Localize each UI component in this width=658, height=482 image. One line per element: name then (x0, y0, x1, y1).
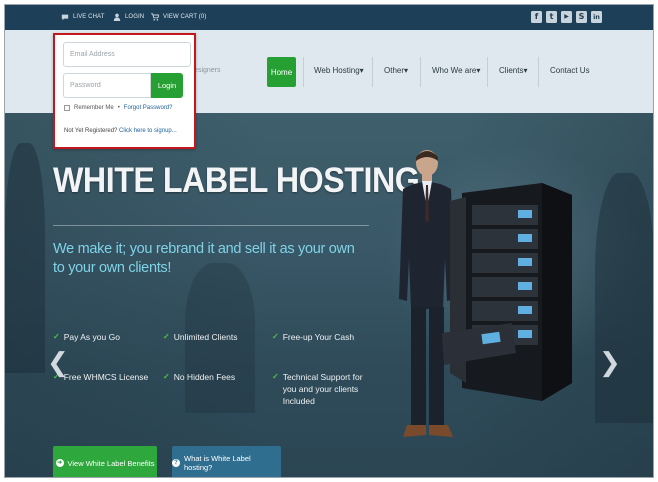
user-icon (113, 13, 121, 21)
nav-other-label: Other (384, 66, 405, 75)
arrow-circle-icon: ➜ (55, 459, 64, 467)
slider-next-arrow[interactable]: ❯ (599, 348, 621, 378)
check-icon: ✓ (272, 372, 279, 381)
browser-viewport: LIVE CHAT LOGIN VIEW CART (0) f t ▶ S in… (4, 4, 654, 478)
forgot-password-link[interactable]: Forgot Password? (124, 105, 173, 111)
not-registered-label: Not Yet Registered? (64, 128, 118, 134)
nav-divider (538, 57, 539, 87)
login-dropdown: Email Address Password Login Remember Me… (53, 33, 196, 149)
chevron-down-icon: ▾ (476, 66, 481, 75)
nav-web-hosting-label: Web Hosting (314, 66, 360, 75)
chat-icon (61, 14, 69, 21)
question-circle-icon: ? (172, 459, 180, 467)
server-rack-image (442, 183, 572, 401)
what-is-white-label-label: What is White Label hosting? (183, 454, 251, 472)
view-cart-link[interactable]: VIEW CART (0) (151, 13, 206, 21)
nav-clients[interactable]: Clients▾ (499, 66, 527, 75)
facebook-icon[interactable]: f (531, 11, 542, 23)
login-button[interactable]: Login (151, 73, 183, 98)
nav-other[interactable]: Other▾ (384, 66, 408, 75)
hero-divider (53, 225, 369, 226)
check-icon: ✓ (163, 372, 170, 381)
chevron-down-icon: ▾ (404, 66, 409, 75)
feature-label: Unlimited Clients (173, 332, 238, 342)
check-icon: ✓ (163, 332, 170, 341)
remember-row: Remember Me • Forgot Password? (64, 105, 173, 111)
signup-link[interactable]: Click here to signup... (119, 128, 177, 134)
feature-label: Free WHMCS License (63, 372, 149, 382)
nav-divider (487, 57, 488, 87)
login-label: LOGIN (125, 14, 145, 20)
what-is-white-label-button[interactable]: ? What is White Label hosting? (172, 446, 281, 477)
hero-slider: WHITE LABEL HOSTING We make it; you rebr… (5, 113, 653, 477)
separator: • (117, 105, 120, 111)
nav-contact-us[interactable]: Contact Us (550, 66, 590, 75)
view-benefits-label: View White Label Benefits (67, 458, 155, 468)
view-benefits-button[interactable]: ➜ View White Label Benefits (53, 446, 157, 477)
check-icon: ✓ (53, 332, 60, 341)
signup-row: Not Yet Registered? Click here to signup… (64, 128, 177, 134)
feature-label: Technical Support for you and your clien… (282, 372, 363, 406)
nav-divider (303, 57, 304, 87)
nav-home[interactable]: Home (267, 57, 296, 87)
feature-label: Free-up Your Cash (282, 332, 355, 342)
feature-technical-support: ✓ Technical Support for you and your clie… (272, 371, 367, 407)
feature-pay-as-you-go: ✓ Pay As you Go (53, 331, 120, 343)
cart-icon (151, 13, 159, 21)
nav-who-we-are-label: Who We are (432, 66, 477, 75)
chevron-down-icon: ▾ (359, 66, 364, 75)
check-icon: ✓ (272, 332, 279, 341)
youtube-icon[interactable]: ▶ (561, 11, 572, 23)
skype-icon[interactable]: S (576, 11, 587, 23)
login-link[interactable]: LOGIN (113, 13, 144, 21)
feature-unlimited-clients: ✓ Unlimited Clients (163, 331, 237, 343)
nav-web-hosting[interactable]: Web Hosting▾ (314, 66, 364, 75)
hero-title: WHITE LABEL HOSTING (53, 161, 420, 200)
view-cart-label: VIEW CART (0) (163, 14, 207, 20)
remember-me-label: Remember Me (74, 105, 114, 111)
twitter-icon[interactable]: t (546, 11, 557, 23)
hero-subtitle: We make it; you rebrand it and sell it a… (53, 241, 355, 276)
email-field[interactable]: Email Address (63, 42, 191, 67)
remember-me-checkbox[interactable] (64, 105, 70, 111)
slider-prev-arrow[interactable]: ❮ (47, 348, 69, 378)
password-field[interactable]: Password (63, 73, 151, 98)
chevron-down-icon: ▾ (523, 66, 528, 75)
linkedin-icon[interactable]: in (591, 11, 602, 23)
feature-no-hidden-fees: ✓ No Hidden Fees (163, 371, 235, 383)
live-chat-link[interactable]: LIVE CHAT (61, 13, 104, 21)
feature-label: Pay As you Go (63, 332, 120, 342)
nav-who-we-are[interactable]: Who We are▾ (432, 66, 480, 75)
live-chat-label: LIVE CHAT (73, 14, 105, 20)
feature-free-up-cash: ✓ Free-up Your Cash (272, 331, 354, 343)
nav-divider (420, 57, 421, 87)
feature-label: No Hidden Fees (173, 372, 236, 382)
nav-clients-label: Clients (499, 66, 524, 75)
top-bar: LIVE CHAT LOGIN VIEW CART (0) f t ▶ S in (5, 5, 653, 30)
nav-divider (372, 57, 373, 87)
